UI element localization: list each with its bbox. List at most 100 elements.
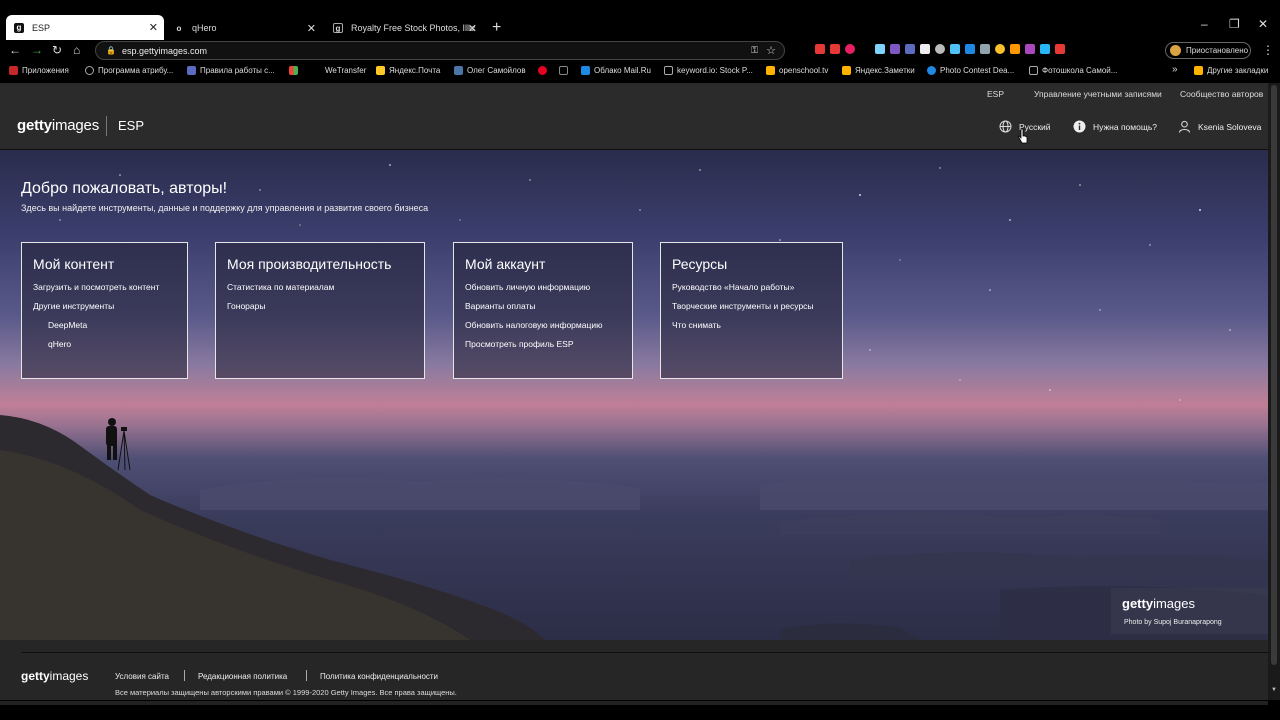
extension-icon[interactable] <box>1025 44 1035 54</box>
globe-icon <box>927 66 936 75</box>
bookmark-label: openschool.tv <box>779 66 829 75</box>
info-icon <box>1073 120 1086 133</box>
update-personal-info-link[interactable]: Обновить личную информацию <box>465 282 590 292</box>
folder-icon <box>1194 66 1203 75</box>
close-tab-icon[interactable]: ✕ <box>307 22 316 35</box>
upload-content-link[interactable]: Загрузить и посмотреть контент <box>33 282 159 292</box>
footer-separator <box>306 670 307 681</box>
royalties-link[interactable]: Гонорары <box>227 301 265 311</box>
bookmark-label: Программа атрибу... <box>98 66 174 75</box>
extension-icon[interactable] <box>905 44 915 54</box>
tab-royalty-free[interactable]: g Royalty Free Stock Photos, Illustr ✕ <box>325 17 483 39</box>
tab-qhero[interactable]: o qHero ✕ <box>166 17 322 39</box>
bookmark-item[interactable]: keyword.io: Stock P... <box>664 66 753 75</box>
chevron-right-icon[interactable]: » <box>1172 64 1178 75</box>
extension-icon[interactable] <box>950 44 960 54</box>
bookmark-label: Правила работы с... <box>200 66 275 75</box>
vertical-scrollbar[interactable]: ▼ <box>1268 83 1280 700</box>
extension-icon[interactable] <box>890 44 900 54</box>
windows-icon <box>289 66 298 75</box>
new-tab-button[interactable]: + <box>492 19 501 37</box>
minimize-icon[interactable]: – <box>1201 17 1208 31</box>
bookmark-item[interactable]: Приложения <box>9 66 69 75</box>
scrollbar-thumb[interactable] <box>1271 85 1277 665</box>
extension-icon[interactable] <box>965 44 975 54</box>
bookmark-star-icon[interactable]: ☆ <box>766 44 776 57</box>
bookmark-item[interactable]: openschool.tv <box>766 66 828 75</box>
bookmark-item[interactable]: Олег Самойлов <box>454 66 526 75</box>
extension-icon[interactable] <box>815 44 825 54</box>
close-window-icon[interactable]: ✕ <box>1258 17 1268 31</box>
getty-logo[interactable]: gettyimages <box>17 117 99 134</box>
key-icon[interactable]: ⚿ <box>751 45 758 56</box>
plus-icon <box>1029 66 1038 75</box>
close-tab-icon[interactable]: ✕ <box>149 21 158 34</box>
home-icon[interactable]: ⌂ <box>73 43 80 57</box>
profile-status: Приостановлено <box>1186 46 1249 55</box>
globe-icon <box>999 120 1012 133</box>
extension-icon[interactable] <box>1010 44 1020 54</box>
getty-g-icon: g <box>333 23 343 33</box>
forward-icon[interactable]: → <box>31 43 43 57</box>
getting-started-link[interactable]: Руководство «Начало работы» <box>672 282 794 292</box>
user-menu[interactable]: Ksenia Soloveva <box>1178 120 1261 133</box>
extension-icon[interactable] <box>935 44 945 54</box>
extension-icon[interactable] <box>980 44 990 54</box>
extension-icon[interactable] <box>920 44 930 54</box>
browser-menu-icon[interactable]: ⋮ <box>1262 43 1274 57</box>
address-bar[interactable]: 🔒 esp.gettyimages.com ⚿ ☆ <box>95 41 785 60</box>
maximize-icon[interactable]: ❐ <box>1229 17 1240 31</box>
extension-icon[interactable] <box>995 44 1005 54</box>
topnav-accounts-link[interactable]: Управление учетными записями <box>1034 89 1162 99</box>
what-to-shoot-link[interactable]: Что снимать <box>672 320 721 330</box>
scroll-down-icon[interactable]: ▼ <box>1271 687 1277 693</box>
bookmark-item[interactable] <box>289 66 302 75</box>
hero-title: Добро пожаловать, авторы! <box>21 180 228 197</box>
update-tax-info-link[interactable]: Обновить налоговую информацию <box>465 320 602 330</box>
topnav-community-link[interactable]: Сообщество авторов <box>1180 89 1263 99</box>
extension-icon[interactable] <box>875 44 885 54</box>
apps-icon <box>9 66 18 75</box>
payment-options-link[interactable]: Варианты оплаты <box>465 301 536 311</box>
footer-logo[interactable]: gettyimages <box>21 669 88 683</box>
bookmark-item[interactable]: Фотошкола Самой... <box>1029 66 1117 75</box>
bookmark-item[interactable]: Другие закладки <box>1194 66 1268 75</box>
back-icon[interactable]: ← <box>9 43 21 57</box>
bookmark-item[interactable] <box>559 66 572 75</box>
bookmark-item[interactable]: Программа атрибу... <box>85 66 173 75</box>
content-stats-link[interactable]: Статистика по материалам <box>227 282 334 292</box>
user-name: Ksenia Soloveva <box>1198 121 1262 132</box>
bookmark-item[interactable]: Яндекс.Заметки <box>842 66 915 75</box>
help-link[interactable]: Нужна помощь? <box>1073 120 1157 133</box>
view-esp-profile-link[interactable]: Просмотреть профиль ESP <box>465 339 574 349</box>
qhero-link[interactable]: qHero <box>48 339 71 349</box>
mouse-cursor-icon <box>1018 128 1028 144</box>
deepmeta-link[interactable]: DeepMeta <box>48 320 87 330</box>
footer-terms-link[interactable]: Условия сайта <box>115 672 169 681</box>
section-label[interactable]: ESP <box>118 118 144 133</box>
page: ESP Управление учетными записями Сообщес… <box>0 83 1268 700</box>
extension-icon[interactable] <box>1055 44 1065 54</box>
bookmark-item[interactable]: WeTransfer <box>312 66 366 75</box>
topnav-esp-link[interactable]: ESP <box>987 89 1004 99</box>
tab-esp[interactable]: g ESP ✕ <box>6 15 164 40</box>
extension-icon[interactable] <box>1040 44 1050 54</box>
creative-tools-link[interactable]: Творческие инструменты и ресурсы <box>672 301 814 311</box>
reload-icon[interactable]: ↻ <box>52 43 62 57</box>
bookmark-item[interactable] <box>538 66 551 75</box>
extension-icon[interactable] <box>830 44 840 54</box>
footer-privacy-link[interactable]: Политика конфиденциальности <box>320 672 438 681</box>
bookmark-label: Приложения <box>22 66 69 75</box>
bookmark-item[interactable]: Яндекс.Почта <box>376 66 440 75</box>
help-label: Нужна помощь? <box>1093 121 1158 132</box>
bookmark-item[interactable]: Облако Mail.Ru <box>581 66 651 75</box>
footer-editorial-policy-link[interactable]: Редакционная политика <box>198 672 287 681</box>
bookmark-item[interactable]: Правила работы с... <box>187 66 275 75</box>
horizontal-scrollbar[interactable] <box>0 700 1280 720</box>
bookmark-item[interactable]: Photo Contest Dea... <box>927 66 1014 75</box>
hero-subtitle: Здесь вы найдете инструменты, данные и п… <box>21 203 429 213</box>
pinterest-icon[interactable] <box>845 44 855 54</box>
close-tab-icon[interactable]: ✕ <box>468 22 477 35</box>
profile-button[interactable]: Приостановлено <box>1165 42 1251 59</box>
qhero-icon: o <box>176 23 182 33</box>
